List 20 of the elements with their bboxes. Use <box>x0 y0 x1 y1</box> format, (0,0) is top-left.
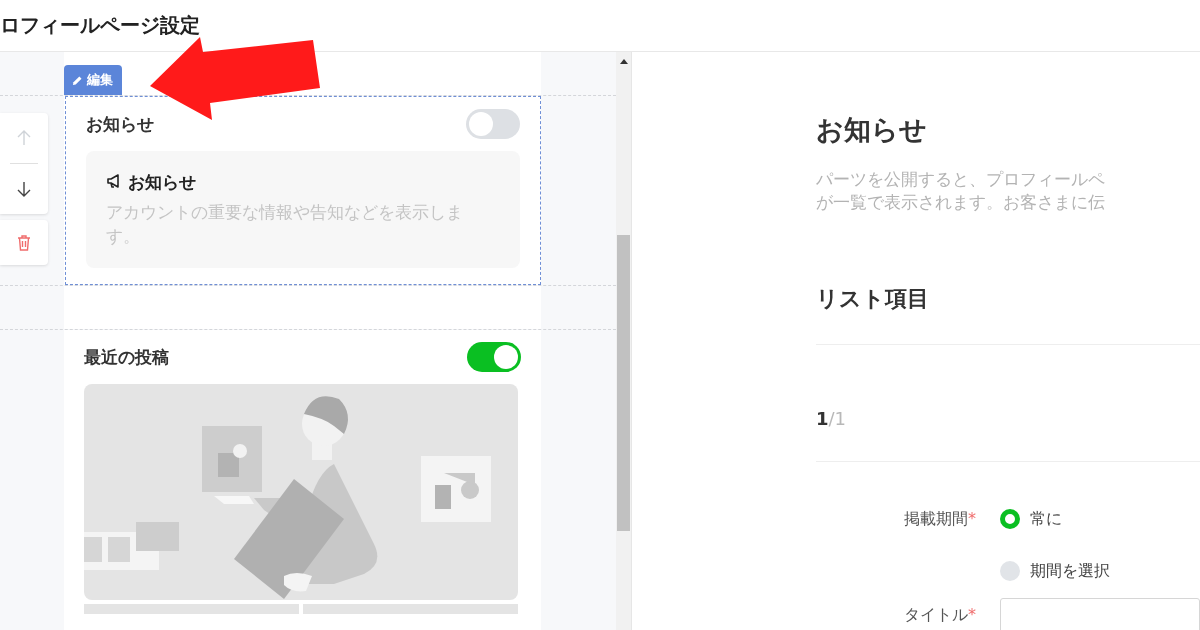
toggle-switch[interactable] <box>467 342 521 372</box>
page-counter: 1/1 <box>816 408 848 428</box>
title-input-field[interactable] <box>1000 598 1200 630</box>
section-title: リスト項目 <box>816 285 930 313</box>
radio-option[interactable]: 期間を選択 <box>1000 560 1110 582</box>
toggle-switch[interactable] <box>466 109 520 140</box>
description-text: パーツを公開すると、プロフィールペ <box>816 168 1106 191</box>
scroll-up-icon[interactable] <box>620 59 628 64</box>
panel-title: お知らせ <box>816 113 928 147</box>
field-label: タイトル* <box>903 604 977 626</box>
pencil-icon <box>72 74 83 86</box>
edit-button[interactable]: 編集 <box>64 65 122 96</box>
page-title: ロフィールページ設定 <box>0 12 200 39</box>
field-label: 掲載期間* <box>903 508 977 530</box>
radio-option[interactable]: 常に <box>1000 508 1110 530</box>
description-text: が一覧で表示されます。お客さまに伝 <box>816 191 1106 214</box>
scrollbar[interactable] <box>616 52 631 630</box>
part-title: 最近の投稿 <box>84 345 169 369</box>
part-title: お知らせ <box>86 112 154 136</box>
preview-title: お知らせ <box>128 171 196 195</box>
